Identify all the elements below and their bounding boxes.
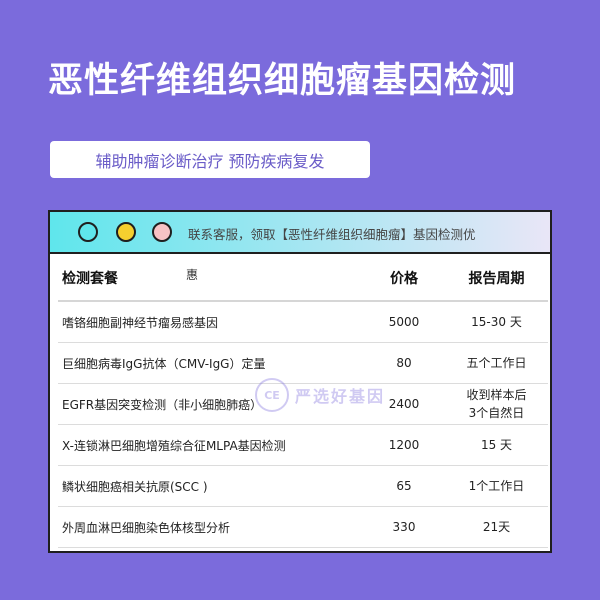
package-name: 鳞状细胞癌相关抗原(SCC ) [58,465,363,507]
page-title: 恶性纤维组织细胞瘤基因检测 [48,61,517,101]
package-name: 嗜铬细胞副神经节瘤易感基因 [58,301,363,343]
package-price: 65 [363,465,445,507]
window-dot-pink-icon[interactable] [152,222,172,242]
package-price: 1200 [363,424,445,466]
window-title-bar: 联系客服，领取【恶性纤维组织细胞瘤】基因检测优 [50,212,550,254]
package-period: 五个工作日 [445,342,548,384]
header-package: 检测套餐 [58,256,363,302]
table-row[interactable]: 外周血淋巴细胞染色体核型分析 330 21天 [58,506,548,548]
window-dot-yellow-icon[interactable] [116,222,136,242]
watermark: CE 严选好基因 [255,378,385,412]
table-header-row: 检测套餐 价格 报告周期 [58,256,548,302]
watermark-logo-icon: CE [255,378,289,412]
table-row[interactable]: X-连锁淋巴细胞增殖综合征MLPA基因检测 1200 15 天 [58,424,548,466]
table-row[interactable]: 鳞状细胞癌相关抗原(SCC ) 65 1个工作日 [58,465,548,507]
package-period: 15-30 天 [445,301,548,343]
contact-notice[interactable]: 联系客服，领取【恶性纤维组织细胞瘤】基因检测优 [188,224,550,243]
package-name: 外周血淋巴细胞染色体核型分析 [58,506,363,548]
package-period: 21天 [445,506,548,548]
package-period: 15 天 [445,424,548,466]
window-dot-cyan-icon[interactable] [78,222,98,242]
subtitle-banner: 辅助肿瘤诊断治疗 预防疾病复发 [50,141,370,178]
package-name: X-连锁淋巴细胞增殖综合征MLPA基因检测 [58,424,363,466]
package-price: 5000 [363,301,445,343]
header-price: 价格 [363,256,445,302]
table-row[interactable]: 嗜铬细胞副神经节瘤易感基因 5000 15-30 天 [58,301,548,343]
header-report-period: 报告周期 [445,256,548,302]
package-period: 收到样本后3个自然日 [445,383,548,425]
package-period: 1个工作日 [445,465,548,507]
watermark-text: 严选好基因 [295,387,386,406]
subtitle-text: 辅助肿瘤诊断治疗 预防疾病复发 [95,151,325,171]
package-price: 330 [363,506,445,548]
